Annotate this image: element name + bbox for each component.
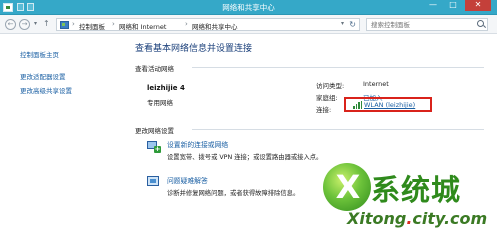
recent-locations-dropdown[interactable]: ▾ xyxy=(34,20,37,27)
network-setup-icon: + xyxy=(147,139,161,153)
control-panel-icon xyxy=(60,21,69,29)
forward-button[interactable]: → xyxy=(19,19,30,30)
sidebar: 控制面板主页 更改适配器设置 更改高级共享设置 xyxy=(0,35,120,242)
watermark-url: Xitong.city.com xyxy=(347,209,487,228)
active-networks-label: 查看活动网络 xyxy=(135,65,174,73)
site-watermark: X 系统城 Xitong.city.com xyxy=(323,163,493,239)
search-icon[interactable] xyxy=(477,20,484,27)
up-button[interactable]: ↑ xyxy=(43,19,50,28)
page-title: 查看基本网络信息并设置连接 xyxy=(135,44,253,54)
access-type-label: 访问类型: xyxy=(316,82,345,90)
maximize-button[interactable]: □ xyxy=(444,0,462,11)
connections-label: 连接: xyxy=(316,106,332,114)
breadcrumb-separator[interactable]: › xyxy=(72,20,75,28)
watermark-orb-letter: X xyxy=(335,168,361,206)
change-settings-label: 更改网络设置 xyxy=(135,127,174,135)
section-divider xyxy=(192,129,484,130)
network-type[interactable]: 专用网络 xyxy=(147,97,173,107)
wifi-signal-icon xyxy=(353,101,363,109)
address-bar: ← → ▾ ↑ › 控制面板 › 网络和 Internet › 网络和共享中心 … xyxy=(0,15,497,34)
address-dropdown-icon[interactable]: ▾ xyxy=(341,20,344,27)
setup-connection-link[interactable]: 设置新的连接或网络 xyxy=(167,139,228,149)
troubleshoot-link[interactable]: 问题疑难解答 xyxy=(167,175,208,185)
search-input[interactable] xyxy=(367,19,472,30)
wlan-connection-link[interactable]: WLAN (leizhijie) xyxy=(364,101,415,109)
section-divider xyxy=(192,67,484,68)
watermark-url-prefix: Xitong xyxy=(347,209,407,228)
title-bar: 网络和共享中心 — □ ✕ xyxy=(0,0,497,15)
breadcrumb-separator[interactable]: › xyxy=(185,20,188,28)
homegroup-label: 家庭组: xyxy=(316,94,338,102)
breadcrumb[interactable]: › 控制面板 › 网络和 Internet › 网络和共享中心 ▾ ↻ xyxy=(56,18,360,31)
troubleshoot-icon xyxy=(147,175,161,189)
close-button[interactable]: ✕ xyxy=(465,0,491,11)
sidebar-item-adapter-settings[interactable]: 更改适配器设置 xyxy=(20,71,66,81)
search-box[interactable] xyxy=(366,18,488,31)
breadcrumb-separator[interactable]: › xyxy=(112,20,115,28)
back-button[interactable]: ← xyxy=(5,19,16,30)
access-type-value: Internet xyxy=(363,80,389,88)
breadcrumb-network-internet[interactable]: 网络和 Internet xyxy=(119,21,166,31)
watermark-brand-text: 系统城 xyxy=(371,173,462,207)
breadcrumb-sharing-center[interactable]: 网络和共享中心 xyxy=(192,21,238,31)
watermark-url-suffix: city.com xyxy=(412,209,488,228)
breadcrumb-control-panel[interactable]: 控制面板 xyxy=(79,21,105,31)
sidebar-item-control-panel-home[interactable]: 控制面板主页 xyxy=(20,49,59,59)
window-title: 网络和共享中心 xyxy=(222,3,275,12)
sidebar-item-advanced-sharing[interactable]: 更改高级共享设置 xyxy=(20,85,72,95)
setup-connection-description: 设置宽带、拨号或 VPN 连接；或设置路由器或接入点。 xyxy=(167,154,323,161)
refresh-icon[interactable]: ↻ xyxy=(349,20,356,29)
minimize-button[interactable]: — xyxy=(424,0,442,11)
troubleshoot-description: 诊断并修复网络问题，或者获得故障排除信息。 xyxy=(167,190,300,197)
network-name: leizhijie 4 xyxy=(147,84,185,92)
